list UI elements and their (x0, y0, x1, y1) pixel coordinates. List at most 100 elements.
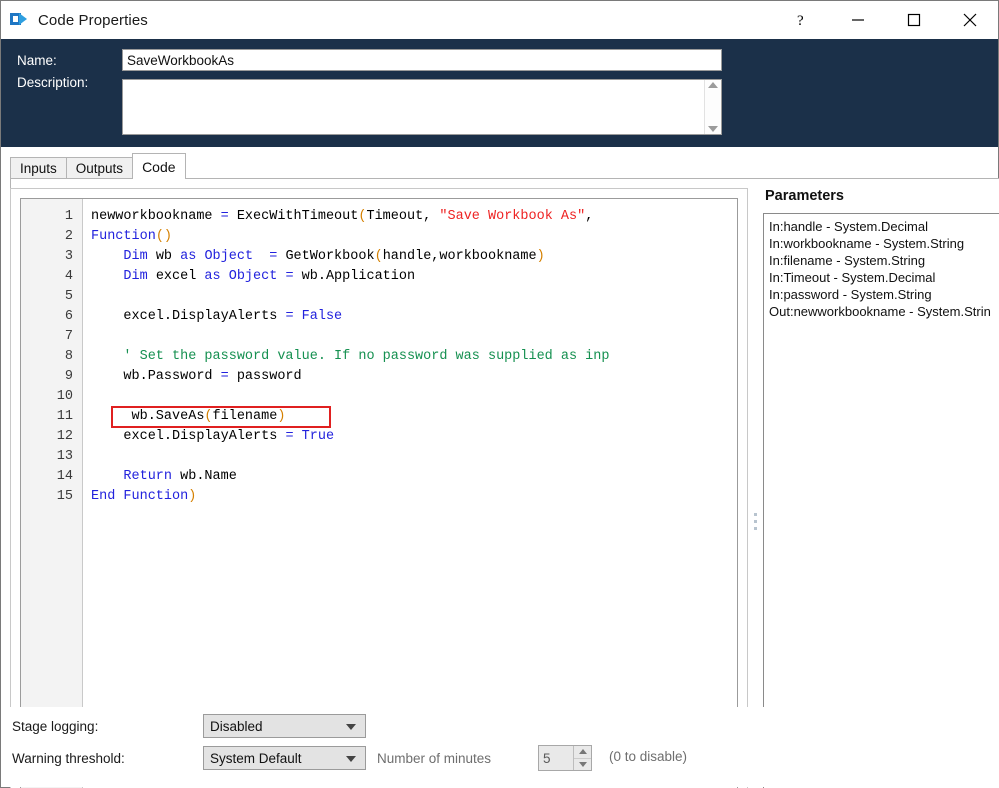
maximize-icon[interactable] (886, 1, 942, 39)
code-token: ' Set the password value. If no password… (91, 349, 610, 364)
warning-threshold-select[interactable]: System Default (203, 746, 366, 770)
warning-threshold-value: System Default (210, 750, 302, 766)
dialog-footer: Stage logging: Disabled Warning threshol… (1, 707, 998, 787)
stage-logging-select[interactable]: Disabled (203, 714, 366, 738)
line-number: 14 (56, 469, 73, 484)
code-token: excel.DisplayAlerts (91, 429, 286, 444)
code-token: ) (536, 249, 545, 264)
parameter-item[interactable]: Out:newworkbookname - System.Strin (769, 303, 995, 320)
code-token: wb.Name (180, 469, 237, 484)
code-token: , (585, 209, 594, 224)
scroll-down-icon[interactable] (708, 126, 718, 132)
code-token: excel.DisplayAlerts (91, 309, 286, 324)
parameters-list[interactable]: In:handle - System.Decimal In:workbooknam… (763, 213, 999, 788)
code-editor[interactable]: 1 2 3 4 5 6 7 8 9 10 11 12 13 14 15 newworkbookname = … (20, 198, 738, 788)
code-line: End Function) (91, 487, 737, 507)
line-number: 5 (64, 289, 73, 304)
code-token: False (301, 309, 343, 324)
parameter-item[interactable]: In:workbookname - System.String (769, 235, 995, 252)
code-token: as (204, 269, 229, 284)
window-title: Code Properties (38, 11, 148, 29)
scroll-up-icon[interactable] (708, 82, 718, 88)
line-number: 10 (56, 389, 73, 404)
line-number-gutter: 1 2 3 4 5 6 7 8 9 10 11 12 13 14 15 (21, 199, 83, 788)
code-token: Dim (123, 249, 156, 264)
line-number: 2 (64, 229, 73, 244)
code-token: Return (123, 469, 181, 484)
code-token: () (155, 229, 173, 244)
stepper-buttons[interactable] (573, 746, 591, 770)
code-text-area[interactable]: newworkbookname = ExecWithTimeout (Timeou… (83, 199, 737, 788)
parameter-item[interactable]: In:handle - System.Decimal (769, 218, 995, 235)
disable-hint-text: (0 to disable) (609, 749, 688, 764)
line-number: 8 (64, 349, 73, 364)
stage-logging-value: Disabled (210, 718, 263, 734)
code-token: ExecWithTimeout (236, 209, 359, 224)
stepper-up-icon[interactable] (574, 746, 591, 759)
name-row: Name: (1, 49, 998, 71)
chevron-down-icon (346, 756, 356, 762)
parameters-title: Parameters (765, 188, 844, 204)
panel-splitter[interactable] (751, 188, 759, 788)
tab-inputs[interactable]: Inputs (10, 157, 67, 179)
app-logo-icon (10, 10, 30, 30)
description-row: Description: (1, 71, 998, 135)
parameter-item[interactable]: In:Timeout - System.Decimal (769, 269, 995, 286)
code-token: ) (277, 409, 286, 424)
code-line: Function() (91, 227, 737, 247)
warning-threshold-row: Warning threshold: System Default Number… (12, 746, 491, 770)
code-token: = (269, 249, 286, 264)
line-number: 12 (56, 429, 73, 444)
parameter-item[interactable]: In:filename - System.String (769, 252, 995, 269)
code-line: wb.Password = password (91, 367, 737, 387)
code-token: Timeout, (366, 209, 440, 224)
properties-header: Name: Description: (1, 39, 998, 147)
code-line: Return wb.Name (91, 467, 737, 487)
code-token: Object (204, 249, 254, 264)
code-token: = (285, 309, 302, 324)
help-icon[interactable]: ? (774, 1, 830, 39)
code-token: = (285, 269, 302, 284)
minutes-value[interactable]: 5 (539, 746, 573, 770)
code-token: End Function (91, 489, 189, 504)
stage-logging-row: Stage logging: Disabled (12, 714, 366, 738)
line-number: 1 (64, 209, 73, 224)
line-number: 13 (56, 449, 73, 464)
line-number: 3 (64, 249, 73, 264)
code-token: as (180, 249, 205, 264)
tab-outputs[interactable]: Outputs (65, 157, 134, 179)
window-controls: ? (774, 1, 998, 39)
minimize-icon[interactable] (830, 1, 886, 39)
code-properties-dialog: Code Properties ? Name: Description: (0, 0, 999, 788)
code-token: = (285, 429, 302, 444)
code-token: "Save Workbook As" (439, 209, 586, 224)
line-number: 9 (64, 369, 73, 384)
tab-code[interactable]: Code (132, 153, 186, 179)
code-token: newworkbookname (91, 209, 221, 224)
code-token: password (236, 369, 302, 384)
code-token: Object (228, 269, 278, 284)
tab-strip: Inputs Outputs Code (10, 153, 186, 179)
code-token: = (220, 369, 237, 384)
code-token: = (220, 209, 237, 224)
name-label: Name: (17, 53, 57, 68)
code-line: Dim wb as Object = GetWorkbook(handle,wo… (91, 247, 737, 267)
code-token: Function (91, 229, 156, 244)
code-token: GetWorkbook (285, 249, 375, 264)
stepper-down-icon[interactable] (574, 759, 591, 771)
minutes-stepper[interactable]: 5 (538, 745, 592, 771)
chevron-down-icon (346, 724, 356, 730)
parameter-item[interactable]: In:password - System.String (769, 286, 995, 303)
name-input[interactable] (122, 49, 722, 71)
code-token: wb.Application (301, 269, 416, 284)
code-token: handle,workbookname (382, 249, 537, 264)
description-scrollbar[interactable] (704, 80, 721, 134)
description-input[interactable] (123, 80, 704, 134)
stage-logging-label: Stage logging: (12, 718, 99, 734)
close-icon[interactable] (942, 1, 998, 39)
code-line: wb.SaveAs(filename) (91, 406, 737, 428)
